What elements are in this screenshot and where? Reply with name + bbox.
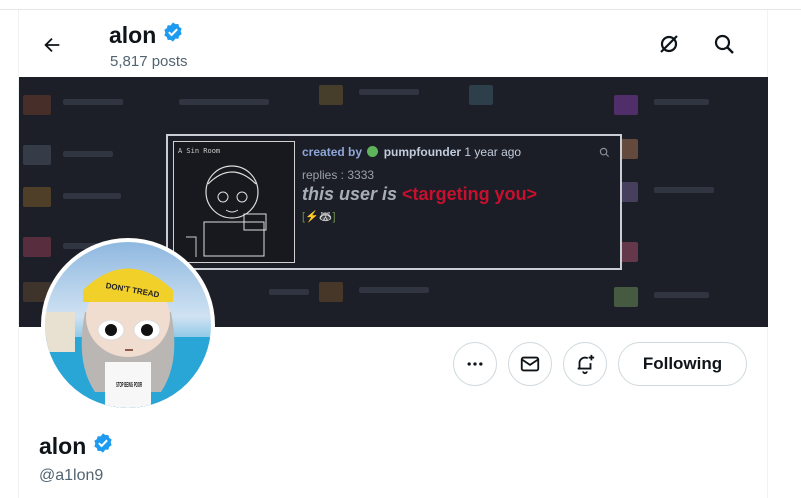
header-name: alon (109, 21, 157, 48)
profile-header: alon 5,817 posts (19, 10, 767, 77)
emoji-line: [⚡🦝] (302, 211, 336, 223)
thumb-title: A Sin Room (178, 147, 220, 155)
thread-headline: this user is <targeting you> (302, 184, 537, 205)
reply-count: replies : 3333 (302, 168, 375, 182)
search-icon[interactable] (710, 30, 738, 58)
back-arrow-icon[interactable] (39, 32, 65, 58)
author-avatar-icon (367, 146, 379, 157)
headline-prefix: this user is (302, 184, 403, 204)
thread-thumbnail: A Sin Room (173, 141, 295, 263)
avatar[interactable]: DON'T TREAD STOP BEING POOR (41, 238, 215, 412)
thread-meta: created by pumpfounder 1 year ago (302, 145, 521, 159)
profile-name-row: alon (39, 432, 114, 460)
profile-name: alon (39, 432, 87, 459)
thread-time: 1 year ago (464, 145, 522, 159)
headline-highlight: <targeting you> (402, 184, 538, 204)
profile-column: alon 5,817 posts A Sin Room created by p… (18, 10, 768, 498)
more-button[interactable] (453, 342, 497, 386)
thread-card[interactable]: A Sin Room created by pumpfounder 1 year… (166, 134, 622, 270)
following-button[interactable]: Following (618, 342, 747, 386)
browser-top-strip (0, 0, 801, 10)
author-name: pumpfounder (383, 145, 462, 159)
shirt-text: STOP BEING POOR (116, 382, 142, 389)
grok-icon[interactable] (655, 30, 683, 58)
card-search-icon (599, 145, 610, 163)
more-icon (467, 362, 483, 366)
post-count: 5,817 posts (110, 53, 188, 70)
verified-badge-icon (92, 432, 114, 460)
notification-button[interactable] (563, 342, 607, 386)
created-by-label: created by (302, 145, 363, 159)
verified-badge-icon (162, 21, 184, 49)
mail-icon (520, 356, 540, 372)
bell-plus-icon (577, 354, 595, 375)
header-title: alon (109, 21, 184, 49)
profile-handle: @a1lon9 (39, 467, 104, 484)
message-button[interactable] (508, 342, 552, 386)
